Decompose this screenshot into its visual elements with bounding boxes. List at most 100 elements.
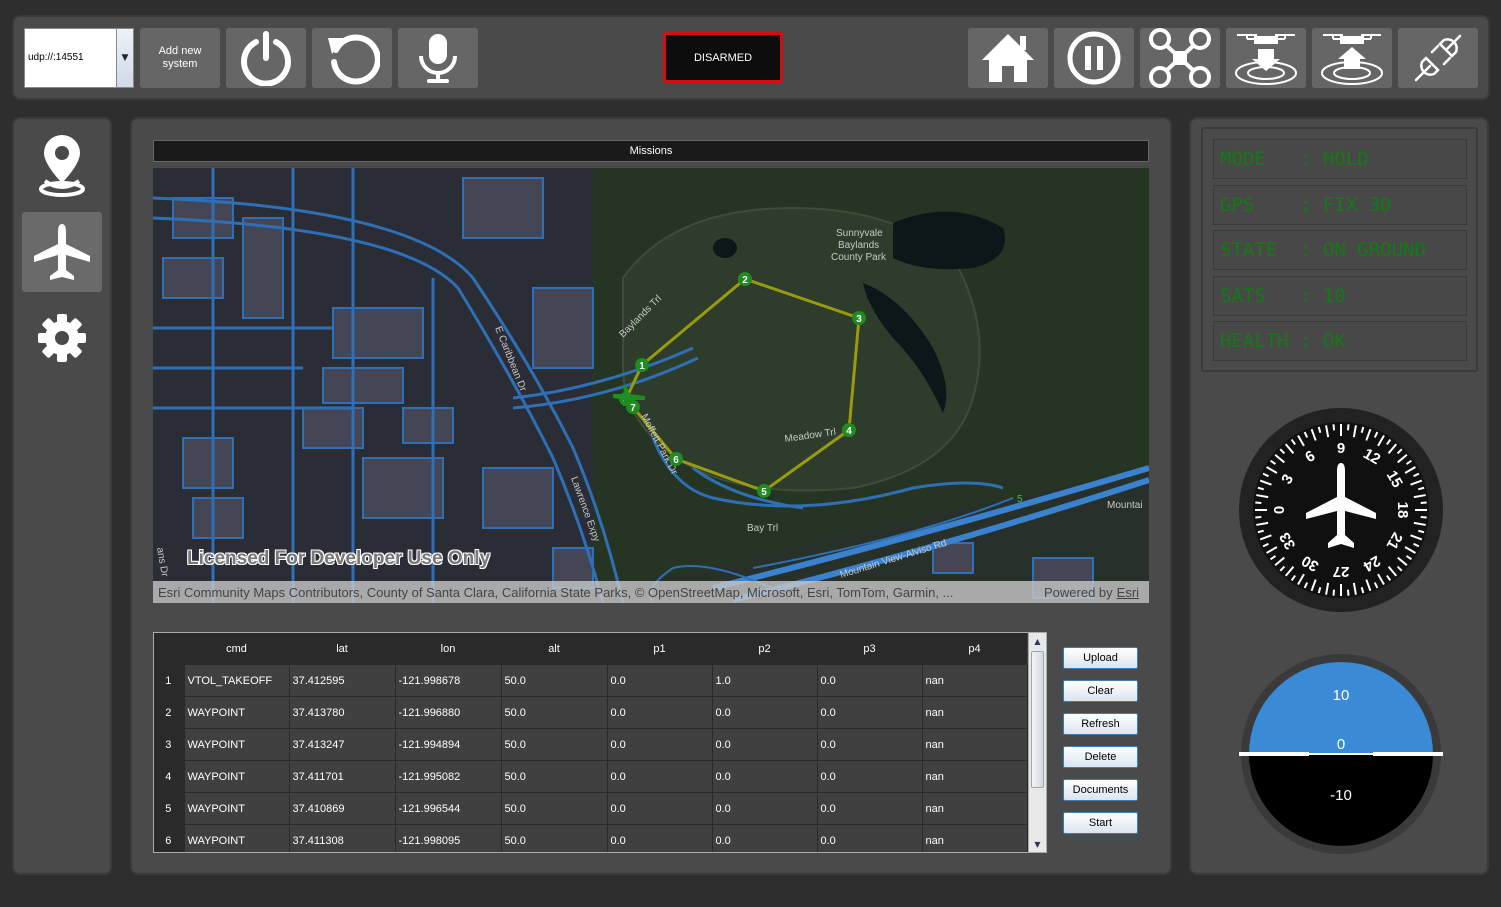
cell-p4[interactable]: nan bbox=[922, 824, 1028, 852]
cell-p3[interactable]: 0.0 bbox=[817, 760, 923, 793]
cell-p4[interactable]: nan bbox=[922, 792, 1028, 825]
delete-button[interactable]: Delete bbox=[1063, 746, 1138, 768]
waypoint-marker[interactable]: 4 bbox=[842, 423, 856, 437]
esri-link[interactable]: Esri bbox=[1117, 585, 1139, 600]
cell-p4[interactable]: nan bbox=[922, 665, 1028, 697]
cell-p3[interactable]: 0.0 bbox=[817, 792, 923, 825]
sidebar-item-flight[interactable] bbox=[22, 212, 102, 292]
land-button[interactable] bbox=[1226, 28, 1306, 88]
compass-tick bbox=[1346, 589, 1350, 596]
disconnect-button[interactable] bbox=[1398, 28, 1478, 88]
waypoint-marker[interactable]: 2 bbox=[738, 272, 752, 286]
cell-p2[interactable]: 0.0 bbox=[712, 696, 818, 729]
table-row[interactable]: 4 WAYPOINT 37.411701 -121.995082 50.0 0.… bbox=[154, 760, 1028, 793]
upload-button[interactable]: Upload bbox=[1063, 647, 1138, 669]
cell-p4[interactable]: nan bbox=[922, 760, 1028, 793]
waypoint-marker[interactable]: 1 bbox=[635, 358, 649, 372]
cell-lon[interactable]: -121.995082 bbox=[395, 760, 502, 793]
cell-p4[interactable]: nan bbox=[922, 696, 1028, 729]
cell-p3[interactable]: 0.0 bbox=[817, 824, 923, 852]
takeoff-button[interactable] bbox=[1312, 28, 1392, 88]
column-header[interactable]: cmd bbox=[184, 633, 289, 665]
cell-lon[interactable]: -121.998095 bbox=[395, 824, 502, 852]
cell-lon[interactable]: -121.998678 bbox=[395, 665, 502, 697]
scroll-down-button[interactable]: ▼ bbox=[1029, 836, 1046, 852]
pause-button[interactable] bbox=[1054, 28, 1134, 88]
cell-p1[interactable]: 0.0 bbox=[607, 760, 713, 793]
cell-p2[interactable]: 0.0 bbox=[712, 728, 818, 761]
column-header[interactable]: p3 bbox=[817, 633, 922, 665]
cell-p2[interactable]: 0.0 bbox=[712, 792, 818, 825]
cell-p1[interactable]: 0.0 bbox=[607, 792, 713, 825]
table-scrollbar[interactable]: ▲ ▼ bbox=[1028, 633, 1046, 852]
scroll-thumb[interactable] bbox=[1031, 651, 1044, 788]
map-canvas[interactable]: Sunnyvale Baylands County Park Baylands … bbox=[153, 168, 1149, 603]
cell-p1[interactable]: 0.0 bbox=[607, 696, 713, 729]
column-header[interactable]: p1 bbox=[607, 633, 712, 665]
cell-p2[interactable]: 0.0 bbox=[712, 760, 818, 793]
cell-alt[interactable]: 50.0 bbox=[501, 792, 608, 825]
cell-alt[interactable]: 50.0 bbox=[501, 760, 608, 793]
cell-cmd[interactable]: VTOL_TAKEOFF bbox=[184, 665, 290, 697]
cell-cmd[interactable]: WAYPOINT bbox=[184, 760, 290, 793]
cell-cmd[interactable]: WAYPOINT bbox=[184, 792, 290, 825]
waypoint-marker[interactable]: 3 bbox=[852, 311, 866, 325]
restart-button[interactable] bbox=[312, 28, 392, 88]
cell-lon[interactable]: -121.996880 bbox=[395, 696, 502, 729]
sidebar-item-settings[interactable] bbox=[22, 298, 102, 378]
cell-p1[interactable]: 0.0 bbox=[607, 665, 713, 697]
refresh-button[interactable]: Refresh bbox=[1063, 713, 1138, 735]
scroll-up-button[interactable]: ▲ bbox=[1029, 633, 1046, 649]
column-header[interactable]: p2 bbox=[712, 633, 817, 665]
mission-map[interactable]: Sunnyvale Baylands County Park Baylands … bbox=[153, 168, 1149, 603]
cell-lon[interactable]: -121.994894 bbox=[395, 728, 502, 761]
cell-p1[interactable]: 0.0 bbox=[607, 824, 713, 852]
column-header[interactable]: lat bbox=[289, 633, 395, 665]
column-header[interactable]: p4 bbox=[922, 633, 1027, 665]
power-button[interactable] bbox=[226, 28, 306, 88]
cell-lat[interactable]: 37.413247 bbox=[289, 728, 396, 761]
cell-lat[interactable]: 37.412595 bbox=[289, 665, 396, 697]
cell-alt[interactable]: 50.0 bbox=[501, 824, 608, 852]
drone-button[interactable] bbox=[1140, 28, 1220, 88]
cell-p4[interactable]: nan bbox=[922, 728, 1028, 761]
cell-p3[interactable]: 0.0 bbox=[817, 728, 923, 761]
cell-p2[interactable]: 0.0 bbox=[712, 824, 818, 852]
row-number: 6 bbox=[154, 824, 185, 852]
dropdown-arrow-button[interactable]: ▼ bbox=[116, 29, 133, 87]
sidebar-item-map[interactable] bbox=[22, 125, 102, 205]
table-row[interactable]: 5 WAYPOINT 37.410869 -121.996544 50.0 0.… bbox=[154, 792, 1028, 825]
cell-p3[interactable]: 0.0 bbox=[817, 696, 923, 729]
table-row[interactable]: 3 WAYPOINT 37.413247 -121.994894 50.0 0.… bbox=[154, 728, 1028, 761]
cell-alt[interactable]: 50.0 bbox=[501, 696, 608, 729]
table-row[interactable]: 2 WAYPOINT 37.413780 -121.996880 50.0 0.… bbox=[154, 696, 1028, 729]
mission-table-container[interactable]: cmd lat lon alt p1 p2 p3 p4 1 VTOL_TAKEO… bbox=[153, 632, 1047, 853]
cell-lon[interactable]: -121.996544 bbox=[395, 792, 502, 825]
cell-p3[interactable]: 0.0 bbox=[817, 665, 923, 697]
disconnect-icon bbox=[1414, 34, 1462, 82]
documents-button[interactable]: Documents bbox=[1063, 779, 1138, 801]
add-system-button[interactable]: Add new system bbox=[140, 28, 220, 88]
home-button[interactable] bbox=[968, 28, 1048, 88]
table-row[interactable]: 6 WAYPOINT 37.411308 -121.998095 50.0 0.… bbox=[154, 824, 1028, 852]
cell-cmd[interactable]: WAYPOINT bbox=[184, 728, 290, 761]
cell-cmd[interactable]: WAYPOINT bbox=[184, 824, 290, 852]
waypoint-marker[interactable]: 6 bbox=[669, 452, 683, 466]
cell-lat[interactable]: 37.413780 bbox=[289, 696, 396, 729]
cell-lat[interactable]: 37.410869 bbox=[289, 792, 396, 825]
cell-lat[interactable]: 37.411701 bbox=[289, 760, 396, 793]
connection-select[interactable]: udp://:14551 ▼ bbox=[24, 28, 134, 88]
column-header[interactable]: lon bbox=[395, 633, 501, 665]
start-button[interactable]: Start bbox=[1063, 812, 1138, 834]
cell-p2[interactable]: 1.0 bbox=[712, 665, 818, 697]
waypoint-marker[interactable]: 5 bbox=[757, 484, 771, 498]
cell-cmd[interactable]: WAYPOINT bbox=[184, 696, 290, 729]
clear-button[interactable]: Clear bbox=[1063, 680, 1138, 702]
cell-alt[interactable]: 50.0 bbox=[501, 728, 608, 761]
column-header[interactable]: alt bbox=[501, 633, 607, 665]
microphone-button[interactable] bbox=[398, 28, 478, 88]
cell-p1[interactable]: 0.0 bbox=[607, 728, 713, 761]
cell-alt[interactable]: 50.0 bbox=[501, 665, 608, 697]
cell-lat[interactable]: 37.411308 bbox=[289, 824, 396, 852]
table-row[interactable]: 1 VTOL_TAKEOFF 37.412595 -121.998678 50.… bbox=[154, 665, 1028, 697]
